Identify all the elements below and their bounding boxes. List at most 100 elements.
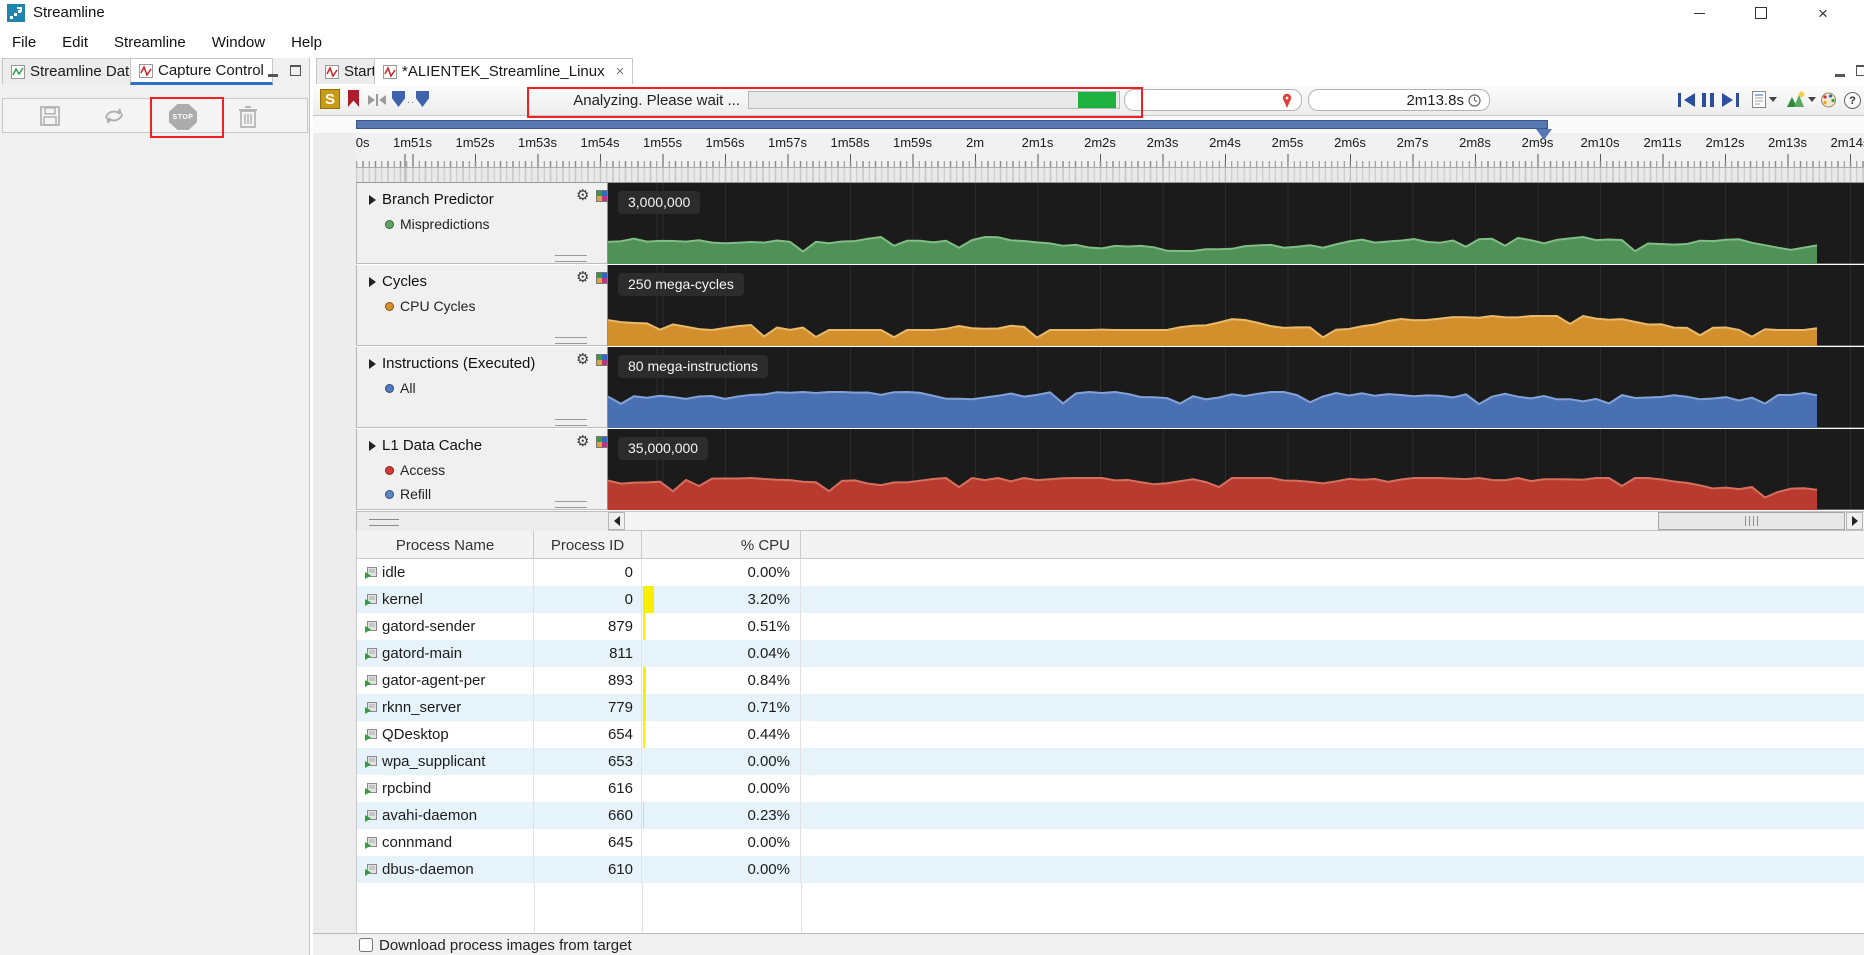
expand-arrow-icon[interactable] — [369, 359, 376, 369]
series-row[interactable]: Mispredictions — [385, 216, 489, 232]
scroll-right-button[interactable] — [1846, 512, 1863, 530]
sync-icon[interactable] — [101, 105, 127, 127]
trash-icon[interactable] — [237, 105, 259, 129]
table-row[interactable]: gatord-main 811 0.04% — [357, 640, 1864, 667]
panel-maximize-icon[interactable] — [290, 65, 303, 77]
color-swatch-icon[interactable] — [596, 272, 608, 284]
ruler-ticks — [356, 154, 1864, 167]
chart-lane[interactable]: 250 mega-cycles — [608, 265, 1864, 346]
series-row[interactable]: Refill — [385, 486, 431, 502]
process-id: 653 — [534, 748, 642, 775]
minimize-button[interactable] — [1676, 0, 1722, 26]
stop-icon[interactable]: STOP — [169, 104, 197, 130]
expand-arrow-icon[interactable] — [369, 277, 376, 287]
view-maximize-icon[interactable] — [1856, 65, 1864, 77]
series-row[interactable]: All — [385, 380, 416, 396]
tab-alientek-streamline-linux[interactable]: *ALIENTEK_Streamline_Linux × — [374, 58, 633, 84]
scrollbar-thumb[interactable] — [1658, 512, 1845, 530]
table-row[interactable]: avahi-daemon 660 0.23% — [357, 802, 1864, 829]
table-row[interactable]: gator-agent-per 893 0.84% — [357, 667, 1864, 694]
tab-streamline-data[interactable]: Streamline Data — [2, 58, 147, 84]
next-bookmark-icon[interactable] — [416, 91, 429, 107]
time-display-field[interactable]: 2m13.8s — [1308, 89, 1490, 111]
previous-bookmark-icon[interactable] — [392, 91, 405, 107]
color-swatch-icon[interactable] — [596, 354, 608, 366]
chart-lane[interactable]: 35,000,000 — [608, 429, 1864, 510]
column-header-cpu[interactable]: % CPU — [642, 531, 801, 559]
expand-arrow-icon[interactable] — [369, 195, 376, 205]
report-menu-button[interactable] — [1752, 91, 1777, 108]
table-row[interactable]: idle 0 0.00% — [357, 559, 1864, 586]
snap-to-marker-icon[interactable] — [368, 94, 386, 106]
cpu-percent: 3.20% — [747, 591, 790, 608]
series-row[interactable]: Access — [385, 462, 445, 478]
chart-lane[interactable]: 80 mega-instructions — [608, 347, 1864, 428]
pause-icon[interactable] — [1702, 93, 1714, 107]
close-button[interactable]: × — [1800, 0, 1846, 26]
splitter[interactable] — [356, 511, 608, 531]
panel-minimize-icon[interactable] — [268, 66, 281, 78]
menu-window[interactable]: Window — [212, 34, 265, 51]
menu-file[interactable]: File — [12, 34, 36, 51]
chart-config-menu-button[interactable] — [1786, 91, 1816, 108]
cpu-percent: 0.71% — [747, 699, 790, 716]
process-id: 645 — [534, 829, 642, 856]
gear-icon[interactable]: ⚙ — [576, 188, 589, 203]
panel-resize-grip-icon[interactable] — [555, 255, 587, 262]
chart-horizontal-scrollbar[interactable] — [608, 511, 1864, 531]
process-icon — [364, 809, 377, 822]
bookmark-icon[interactable] — [348, 90, 359, 107]
table-row[interactable]: rknn_server 779 0.71% — [357, 694, 1864, 721]
scroll-left-button[interactable] — [608, 512, 625, 530]
tab-close-icon[interactable]: × — [616, 63, 625, 80]
skip-to-start-icon[interactable] — [1678, 93, 1695, 107]
panel-resize-grip-icon[interactable] — [555, 337, 587, 344]
table-row[interactable]: connmand 645 0.00% — [357, 829, 1864, 856]
column-header-process-id[interactable]: Process ID — [534, 531, 642, 559]
menu-streamline[interactable]: Streamline — [114, 34, 186, 51]
table-row[interactable]: gatord-sender 879 0.51% — [357, 613, 1864, 640]
series-label: Mispredictions — [400, 216, 489, 232]
tab-capture-control[interactable]: Capture Control — [130, 58, 273, 85]
help-button[interactable]: ? — [1844, 92, 1861, 109]
gear-icon[interactable]: ⚙ — [576, 434, 589, 449]
timeline-range-bar[interactable] — [356, 120, 1548, 129]
streamline-window: Streamline × FileEditStreamlineWindowHel… — [0, 0, 1864, 955]
table-row[interactable]: QDesktop 654 0.44% — [357, 721, 1864, 748]
menu-help[interactable]: Help — [291, 34, 322, 51]
color-theme-button[interactable] — [1820, 92, 1837, 113]
panel-resize-grip-icon[interactable] — [555, 501, 587, 508]
chart-title: Cycles — [382, 273, 427, 290]
playhead-caret-icon[interactable] — [1536, 129, 1552, 140]
table-row[interactable]: wpa_supplicant 653 0.00% — [357, 748, 1864, 775]
download-images-checkbox[interactable] — [359, 938, 373, 952]
time-label: 2m6s — [1334, 135, 1366, 150]
chart-lane[interactable]: 3,000,000 — [608, 183, 1864, 264]
time-label: 2m2s — [1084, 135, 1116, 150]
capture-mode-icon[interactable]: S — [320, 89, 340, 109]
process-icon — [364, 728, 377, 741]
table-row[interactable]: rpcbind 616 0.00% — [357, 775, 1864, 802]
table-row[interactable]: kernel 0 3.20% — [357, 586, 1864, 613]
series-row[interactable]: CPU Cycles — [385, 298, 475, 314]
color-swatch-icon[interactable] — [596, 190, 608, 202]
table-row[interactable]: dbus-daemon 610 0.00% — [357, 856, 1864, 883]
area-chart — [608, 265, 1864, 346]
gear-icon[interactable]: ⚙ — [576, 270, 589, 285]
cpu-usage-bar — [643, 721, 645, 748]
series-dot-icon — [385, 220, 394, 229]
color-swatch-icon[interactable] — [596, 436, 608, 448]
panel-resize-grip-icon[interactable] — [555, 419, 587, 426]
skip-to-end-icon[interactable] — [1722, 93, 1739, 107]
marker-field[interactable] — [1124, 89, 1302, 111]
save-icon[interactable] — [39, 105, 61, 127]
view-minimize-icon[interactable] — [1835, 66, 1848, 78]
expand-arrow-icon[interactable] — [369, 441, 376, 451]
column-header-process-name[interactable]: Process Name — [357, 531, 534, 559]
maximize-button[interactable] — [1738, 0, 1784, 26]
gear-icon[interactable]: ⚙ — [576, 352, 589, 367]
cpu-percent: 0.84% — [747, 672, 790, 689]
process-table-header[interactable]: Process Name Process ID % CPU — [357, 531, 1864, 559]
time-ruler[interactable]: 1m50s1m51s1m52s1m53s1m54s1m55s1m56s1m57s… — [356, 133, 1864, 183]
menu-edit[interactable]: Edit — [62, 34, 88, 51]
